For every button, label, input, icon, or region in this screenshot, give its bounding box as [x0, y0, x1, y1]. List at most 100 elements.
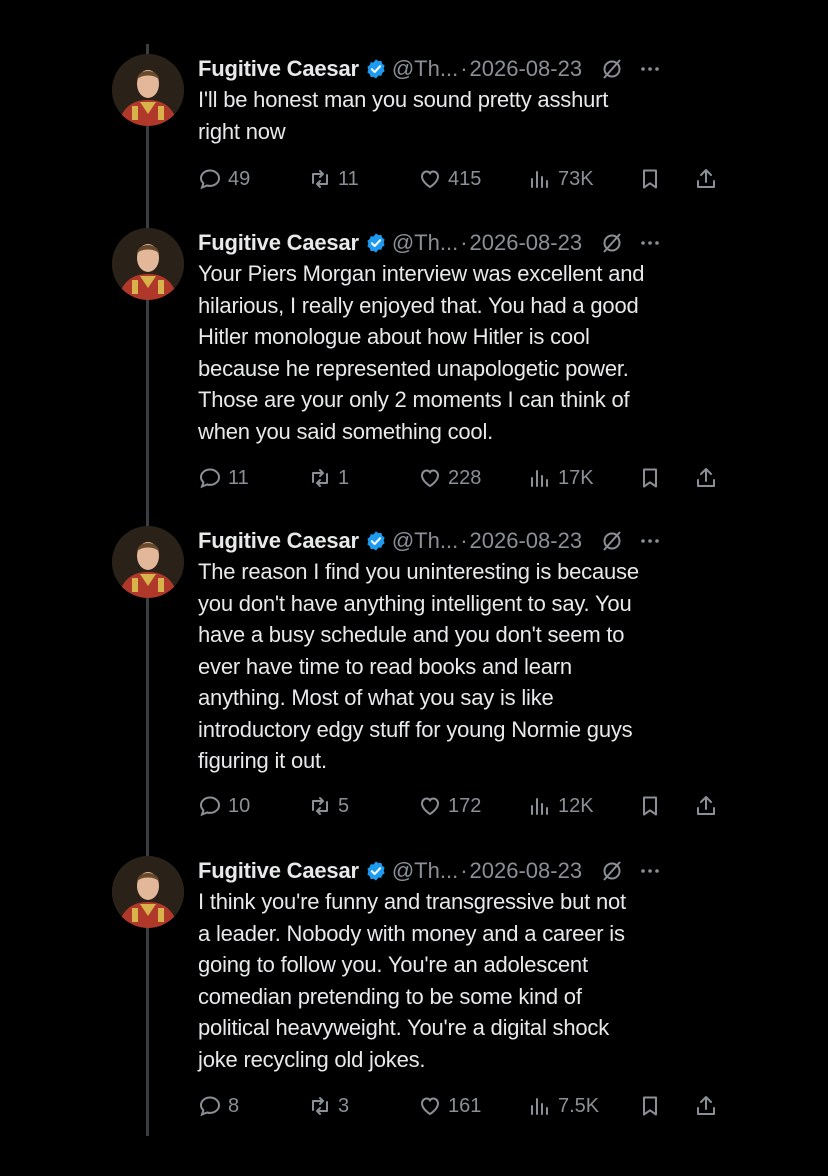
reply-button[interactable]: 11	[198, 463, 249, 493]
reply-icon	[199, 468, 221, 489]
bookmark-button[interactable]	[638, 791, 668, 821]
grok-icon[interactable]	[600, 231, 624, 255]
tweet-text-line: figuring it out.	[198, 748, 327, 773]
views-icon	[531, 1098, 548, 1115]
separator: ·	[460, 56, 468, 81]
heart-icon	[420, 797, 440, 816]
like-button[interactable]: 172	[418, 791, 481, 821]
tweet-text-line: have a busy schedule and you don't seem …	[198, 622, 625, 647]
author-name[interactable]: Fugitive Caesar	[198, 528, 359, 554]
like-count: 415	[448, 167, 482, 190]
tweet-date[interactable]: 2026-08-23	[470, 858, 583, 884]
repost-button[interactable]: 5	[308, 791, 349, 821]
tweet-text-line: ever have time to read books and learn	[198, 653, 572, 679]
avatar[interactable]	[112, 228, 184, 300]
avatar[interactable]	[112, 54, 184, 126]
share-button[interactable]	[694, 791, 724, 821]
tweet-text-line: a leader. Nobody with money and a career…	[198, 920, 625, 946]
like-button[interactable]: 415	[418, 164, 481, 194]
reply-icon	[199, 169, 221, 190]
views-button[interactable]: 7.5K	[528, 1091, 599, 1121]
repost-count: 11	[338, 167, 359, 190]
reply-button[interactable]: 49	[198, 164, 250, 194]
separator: ·	[460, 528, 468, 553]
tweet-header: Fugitive Caesar @Th... · 2026-08-23	[198, 856, 738, 886]
views-icon	[531, 171, 548, 188]
more-icon[interactable]	[638, 57, 662, 81]
author-handle[interactable]: @Th...	[392, 230, 458, 256]
more-icon[interactable]	[638, 529, 662, 553]
repost-button[interactable]: 1	[308, 463, 349, 493]
tweet-text-line: joke recycling old jokes.	[198, 1046, 426, 1072]
more-icon[interactable]	[638, 859, 662, 883]
share-button[interactable]	[694, 1091, 724, 1121]
views-count: 73K	[558, 167, 594, 190]
reply-count: 11	[228, 466, 249, 489]
tweet-date[interactable]: 2026-08-23	[470, 528, 583, 554]
avatar[interactable]	[112, 526, 184, 598]
grok-icon[interactable]	[600, 529, 624, 553]
tweet-text-line: Hitler monologue about how Hitler is coo…	[198, 324, 590, 349]
author-name[interactable]: Fugitive Caesar	[198, 858, 359, 884]
reply-count: 8	[228, 1094, 240, 1117]
bookmark-icon	[643, 796, 657, 816]
tweet-header: Fugitive Caesar @Th... · 2026-08-23	[198, 228, 738, 258]
repost-count: 1	[338, 466, 350, 489]
author-name[interactable]: Fugitive Caesar	[198, 56, 359, 82]
avatar[interactable]	[112, 856, 184, 928]
repost-icon	[312, 797, 328, 815]
bookmark-button[interactable]	[638, 463, 668, 493]
views-count: 7.5K	[558, 1094, 600, 1117]
bookmark-button[interactable]	[638, 164, 668, 194]
views-button[interactable]: 12K	[528, 791, 594, 821]
author-handle[interactable]: @Th...	[392, 56, 458, 82]
reply-icon	[199, 796, 221, 817]
heart-icon	[420, 469, 440, 488]
reply-button[interactable]: 10	[198, 791, 250, 821]
tweet-text-line: introductory edgy stuff for young Normie…	[198, 716, 633, 742]
tweet-date[interactable]: 2026-08-23	[470, 56, 583, 82]
repost-button[interactable]: 3	[308, 1091, 349, 1121]
grok-icon[interactable]	[600, 859, 624, 883]
tweet-date[interactable]: 2026-08-23	[470, 230, 583, 256]
share-button[interactable]	[694, 463, 724, 493]
reply-count: 49	[228, 167, 251, 190]
tweet-text-line: I'll be honest man you sound pretty assh…	[198, 87, 609, 112]
grok-icon[interactable]	[600, 57, 624, 81]
bookmark-icon	[643, 169, 657, 189]
views-icon	[531, 798, 548, 815]
share-button[interactable]	[694, 164, 724, 194]
tweet-text: I'll be honest man you sound pretty assh…	[198, 84, 738, 147]
views-button[interactable]: 17K	[528, 463, 594, 493]
views-count: 12K	[558, 794, 594, 817]
more-icon[interactable]	[638, 231, 662, 255]
author-name[interactable]: Fugitive Caesar	[198, 230, 359, 256]
views-button[interactable]: 73K	[528, 164, 594, 194]
verified-badge-icon	[367, 861, 385, 881]
reply-button[interactable]: 8	[198, 1091, 239, 1121]
repost-button[interactable]: 11	[308, 164, 359, 194]
tweet-header: Fugitive Caesar @Th... · 2026-08-23	[198, 526, 738, 556]
heart-icon	[420, 1097, 440, 1116]
tweet-text-line: hilarious, I really enjoyed that. You ha…	[198, 292, 639, 318]
tweet-text-line: political heavyweight. You're a digital …	[198, 1015, 610, 1040]
repost-icon	[312, 469, 328, 487]
tweet-text-line: Your Piers Morgan interview was excellen…	[198, 261, 645, 286]
share-icon	[697, 468, 715, 487]
tweet-text-line: when you said something cool.	[198, 418, 494, 444]
tweet-text: The reason I find you uninteresting is b…	[198, 556, 738, 777]
views-count: 17K	[558, 466, 594, 489]
author-handle[interactable]: @Th...	[392, 858, 458, 884]
like-count: 161	[448, 1094, 482, 1117]
verified-badge-icon	[367, 531, 385, 551]
tweet-text-line: comedian pretending to be some kind of	[198, 983, 582, 1009]
action-bar: 11 1 228 17K	[198, 463, 728, 493]
share-icon	[697, 169, 715, 188]
author-handle[interactable]: @Th...	[392, 528, 458, 554]
tweet-text-line: anything. Most of what you say is like	[198, 685, 554, 710]
tweet-text-line: The reason I find you uninteresting is b…	[198, 559, 639, 584]
like-button[interactable]: 228	[418, 463, 481, 493]
bookmark-button[interactable]	[638, 1091, 668, 1121]
like-button[interactable]: 161	[418, 1091, 481, 1121]
separator: ·	[460, 230, 468, 255]
